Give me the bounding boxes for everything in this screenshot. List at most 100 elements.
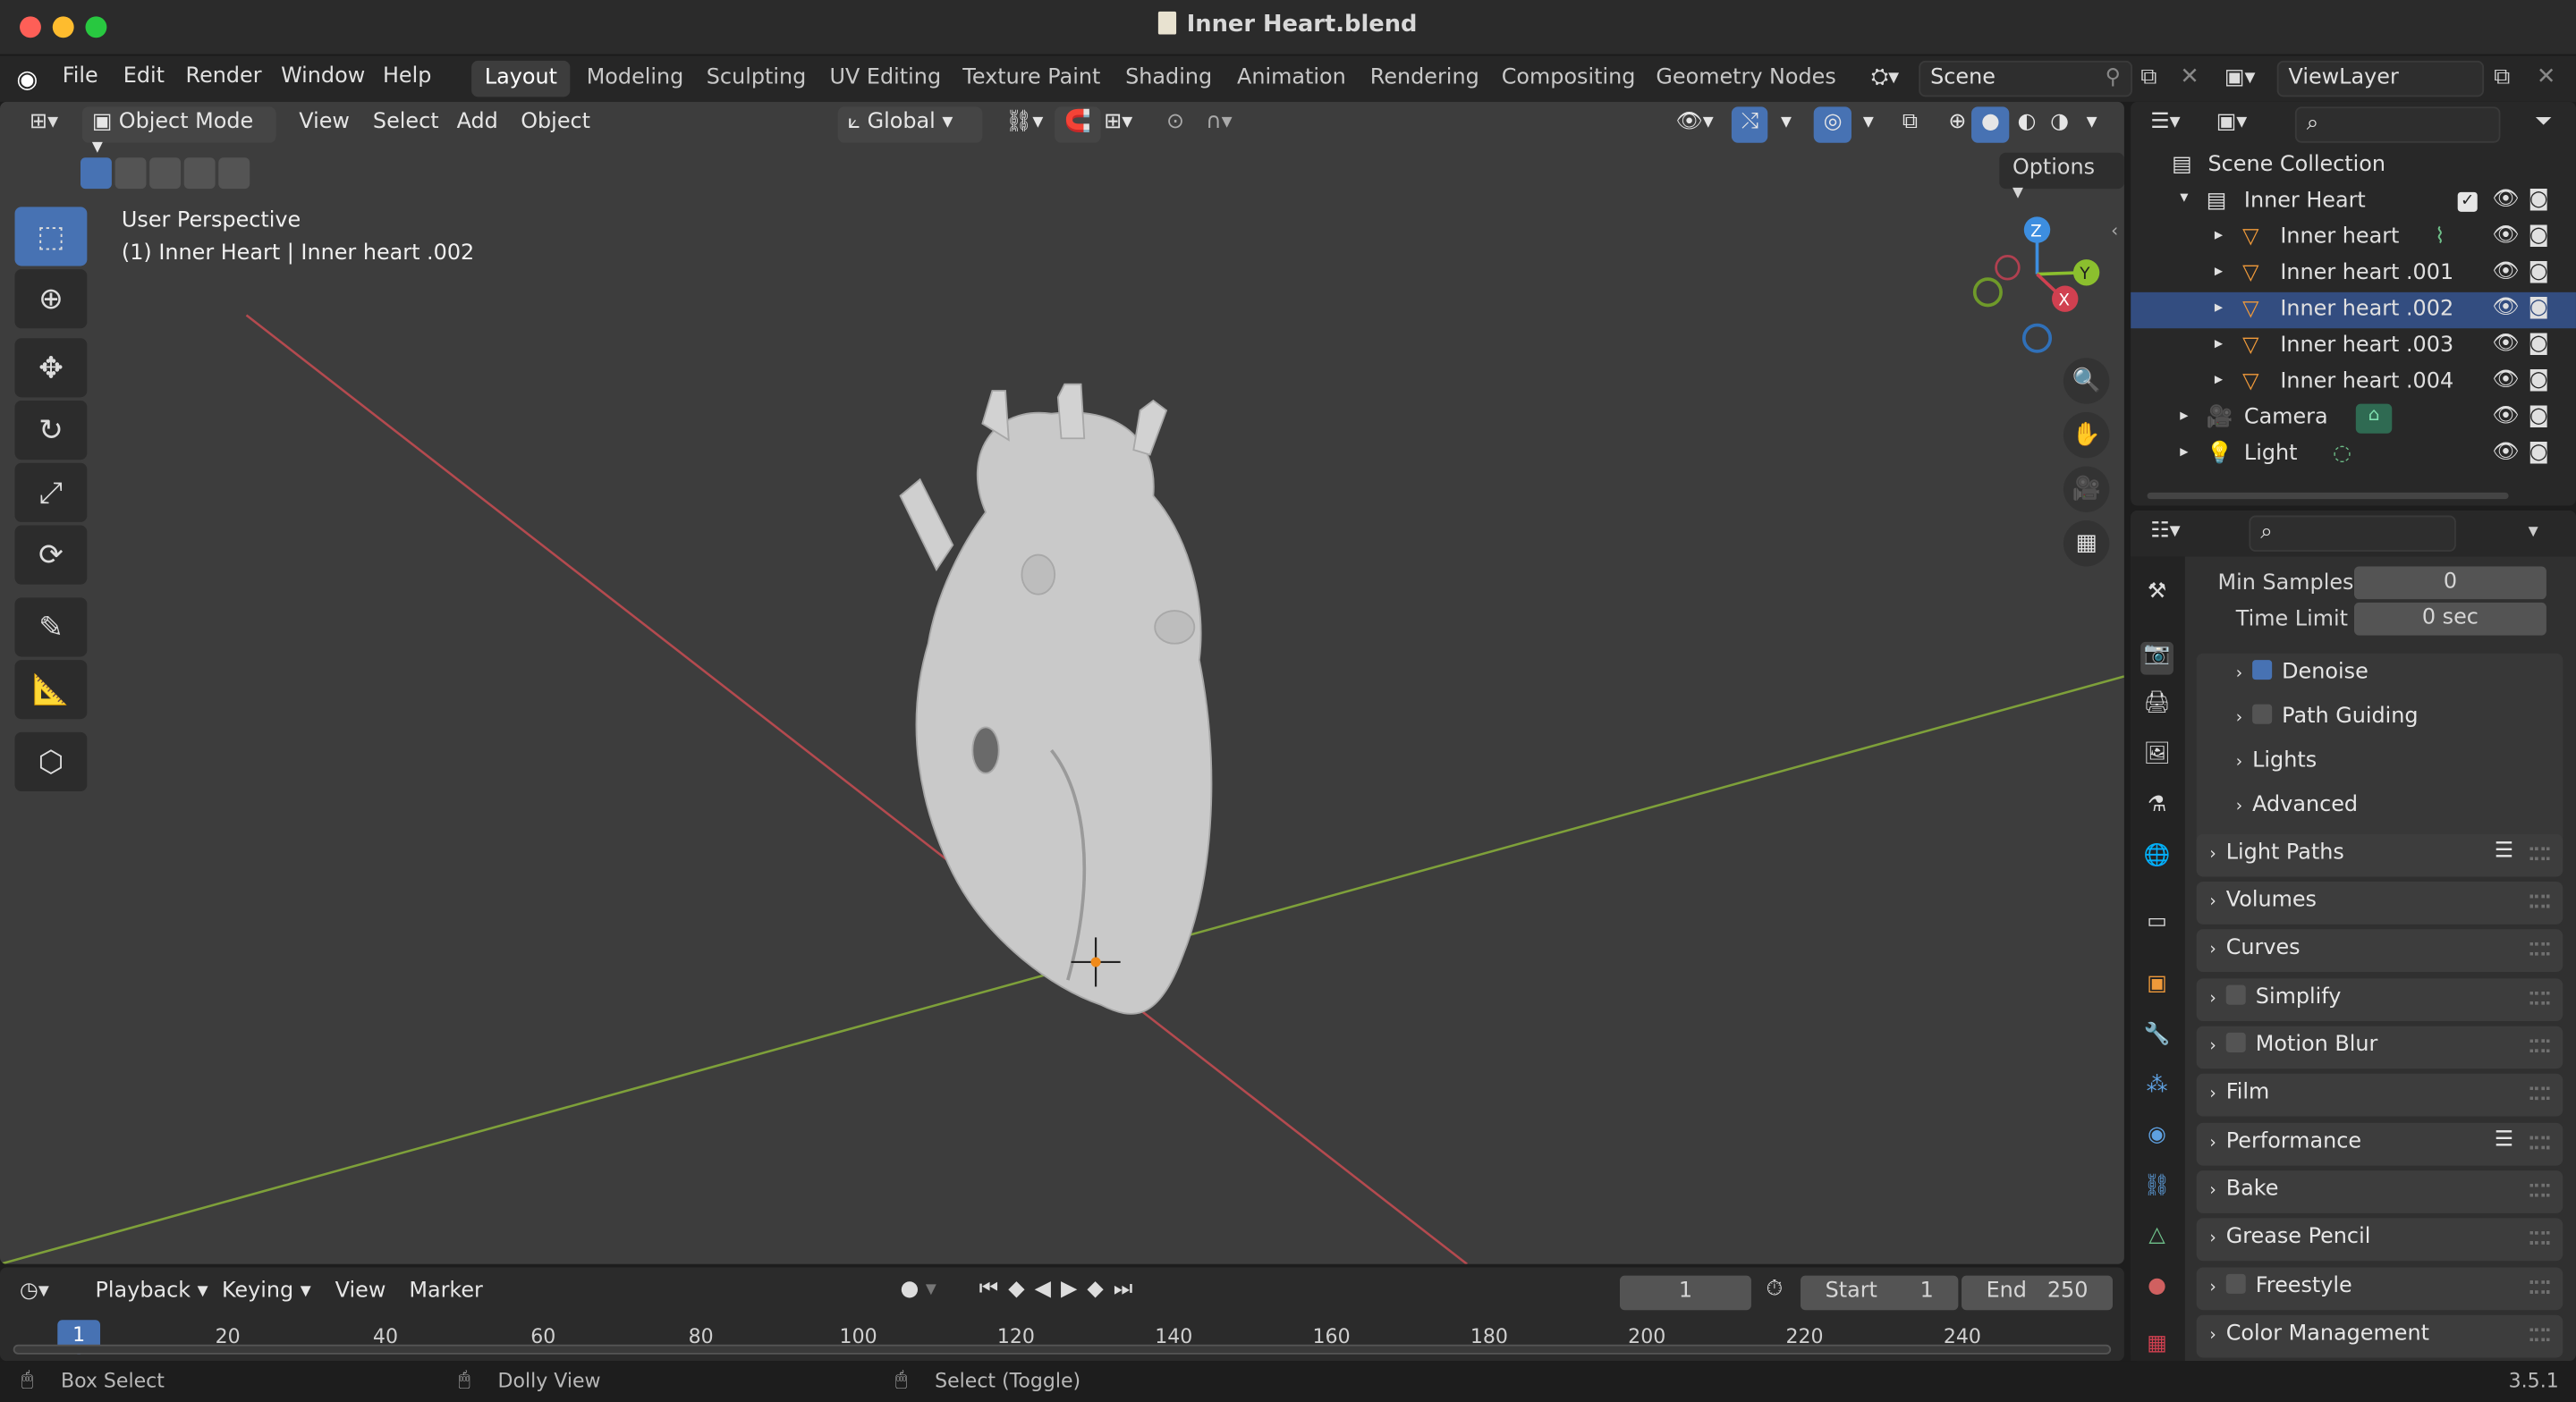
motion-blur-checkbox[interactable] (2225, 1032, 2246, 1052)
subpanel-path-guiding[interactable]: › Path Guiding (2236, 704, 2419, 729)
menu-render[interactable]: Render (186, 64, 262, 89)
3d-viewport[interactable]: Z Y X ⊞▾ ▣ Object Mode ▾ View Select Add … (0, 101, 2124, 1264)
pin-icon[interactable]: ⚲ (2106, 65, 2122, 90)
tab-animation[interactable]: Animation (1224, 61, 1359, 97)
drag-handle-icon[interactable] (2529, 1328, 2550, 1342)
camera-view-icon[interactable]: 🎥 (2063, 466, 2110, 512)
scene-tab-icon[interactable]: ⚗ (2140, 793, 2174, 826)
view-layer-field[interactable]: ViewLayer (2276, 60, 2485, 97)
scene-selector-icon[interactable]: ⛭▾ (1871, 65, 1899, 90)
sidebar-toggle-icon[interactable]: ‹ (2111, 220, 2118, 241)
data-tab-icon[interactable]: △ (2140, 1223, 2174, 1256)
play-icon[interactable]: ▶ (1061, 1277, 1087, 1302)
outliner-row-inner-heart-collection[interactable]: ▾ ▤ Inner Heart ✓ 👁 ◙ (2131, 184, 2576, 220)
camera-render-icon[interactable]: ◙ (2529, 259, 2549, 284)
outliner-row-camera[interactable]: ▸ 🎥 Camera ⌂ 👁 ◙ (2131, 401, 2576, 436)
drag-handle-icon[interactable] (2529, 1231, 2550, 1245)
tab-geometry-nodes[interactable]: Geometry Nodes (1643, 61, 1850, 97)
timeline-editor-type-icon[interactable]: ◷▾ (20, 1279, 49, 1304)
subpanel-lights[interactable]: › Lights (2236, 748, 2317, 773)
panel-freestyle[interactable]: › Freestyle (2196, 1267, 2563, 1311)
drag-handle-icon[interactable] (2529, 1280, 2550, 1294)
visibility-selectability-icon[interactable]: 👁▾ (1665, 106, 1723, 142)
drag-handle-icon[interactable] (2529, 1136, 2550, 1150)
panel-curves[interactable]: › Curves (2196, 929, 2563, 972)
freestyle-checkbox[interactable] (2225, 1273, 2246, 1294)
outliner-search-input[interactable]: ⌕ (2294, 106, 2501, 143)
collection-tab-icon[interactable]: ▭ (2140, 909, 2174, 942)
light-data-icon[interactable]: ◌ (2333, 442, 2351, 467)
material-tab-icon[interactable]: ● (2140, 1274, 2174, 1307)
cursor-tool-icon[interactable]: ⊕ (14, 269, 88, 329)
new-scene-icon[interactable]: ⧉ (2140, 64, 2157, 90)
viewport-menu-add[interactable]: Add (447, 106, 508, 142)
annotate-tool-icon[interactable]: ✎ (14, 597, 88, 657)
outliner-row-inner-heart-001[interactable]: ▸ ▽ Inner heart .001 👁 ◙ (2131, 256, 2576, 291)
presets-list-icon[interactable]: ☰ (2495, 1128, 2513, 1153)
outliner-row-scene-collection[interactable]: ▤ Scene Collection (2131, 148, 2576, 183)
options-dropdown[interactable]: Options ▾ (1999, 152, 2124, 206)
drag-handle-icon[interactable] (2529, 894, 2550, 908)
solid-shading-icon[interactable]: ● (1971, 106, 2010, 143)
timeline-menu-marker[interactable]: Marker (409, 1279, 483, 1304)
display-mode-icon[interactable]: ▣▾ (2216, 110, 2248, 135)
shading-dropdown-icon[interactable]: ▾ (2077, 106, 2107, 142)
jump-start-icon[interactable]: ⏮ (979, 1277, 1009, 1302)
camera-render-icon[interactable]: ◙ (2529, 224, 2549, 249)
particles-tab-icon[interactable]: ⁂ (2140, 1074, 2174, 1107)
select-new-icon[interactable] (80, 157, 112, 190)
outliner-row-inner-heart[interactable]: ▸ ▽ Inner heart ⌇ 👁 ◙ (2131, 220, 2576, 256)
tab-uv-editing[interactable]: UV Editing (817, 61, 954, 97)
presets-list-icon[interactable]: ☰ (2495, 839, 2513, 864)
add-cube-tool-icon[interactable]: ⬡ (14, 731, 88, 792)
eye-icon[interactable]: 👁 (2492, 440, 2519, 465)
jump-end-icon[interactable]: ⏭ (1114, 1277, 1143, 1302)
menu-file[interactable]: File (63, 64, 98, 89)
world-tab-icon[interactable]: 🌐 (2140, 844, 2174, 877)
menu-edit[interactable]: Edit (123, 64, 165, 89)
modifier-tab-icon[interactable]: 🔧 (2140, 1023, 2174, 1056)
pivot-point-icon[interactable]: ⛓▾ (996, 106, 1053, 142)
select-invert-icon[interactable] (183, 157, 216, 190)
eye-icon[interactable]: 👁 (2492, 332, 2519, 357)
drag-handle-icon[interactable] (2529, 1183, 2550, 1197)
camera-render-icon[interactable]: ◙ (2529, 440, 2549, 465)
expand-icon[interactable]: ▸ (2215, 263, 2223, 281)
texture-tab-icon[interactable]: ▦ (2140, 1331, 2174, 1364)
tab-compositing[interactable]: Compositing (1488, 61, 1648, 97)
falloff-icon[interactable]: ∩▾ (1196, 106, 1242, 142)
properties-options-icon[interactable]: ▾ (2529, 519, 2538, 542)
rendered-shading-icon[interactable]: ◑ (2040, 106, 2079, 142)
panel-performance[interactable]: › Performance ☰ (2196, 1122, 2563, 1166)
camera-data-icon[interactable]: ⌂ (2355, 403, 2393, 434)
eye-icon[interactable]: 👁 (2492, 259, 2519, 284)
timeline-scrollbar[interactable] (13, 1344, 2112, 1355)
view-layer-selector-icon[interactable]: ▣▾ (2224, 65, 2256, 90)
outliner-editor-type-icon[interactable]: ☰▾ (2150, 110, 2180, 135)
camera-render-icon[interactable]: ◙ (2529, 187, 2549, 212)
mode-dropdown[interactable]: ▣ Object Mode ▾ (81, 106, 276, 159)
expand-icon[interactable]: ▸ (2180, 407, 2188, 425)
drag-handle-icon[interactable] (2529, 1039, 2550, 1052)
eye-icon[interactable]: 👁 (2492, 187, 2519, 212)
tool-tab-icon[interactable]: ⚒ (2140, 579, 2174, 612)
viewport-menu-object[interactable]: Object (511, 106, 600, 142)
tab-rendering[interactable]: Rendering (1357, 61, 1492, 97)
select-subtract-icon[interactable] (149, 157, 182, 190)
drag-handle-icon[interactable] (2529, 1086, 2550, 1101)
timeline-menu-playback[interactable]: Playback ▾ (96, 1279, 208, 1304)
exclude-checkbox[interactable]: ✓ (2457, 191, 2478, 212)
delete-scene-icon[interactable]: ✕ (2180, 64, 2199, 90)
eye-icon[interactable]: 👁 (2492, 367, 2519, 393)
panel-bake[interactable]: › Bake (2196, 1170, 2563, 1213)
end-frame-field[interactable]: End 250 (1962, 1275, 2113, 1311)
panel-volumes[interactable]: › Volumes (2196, 881, 2563, 925)
blender-logo-icon[interactable]: ◉ (16, 64, 38, 94)
path-guiding-checkbox[interactable] (2252, 704, 2273, 724)
snap-target-icon[interactable]: ⊞▾ (1094, 106, 1142, 142)
rotate-tool-icon[interactable]: ↻ (14, 401, 88, 460)
overlays-dropdown-icon[interactable]: ▾ (1853, 106, 1884, 142)
eye-icon[interactable]: 👁 (2492, 224, 2519, 249)
min-samples-field[interactable]: 0 (2353, 566, 2546, 600)
panel-color-management[interactable]: › Color Management (2196, 1314, 2563, 1358)
